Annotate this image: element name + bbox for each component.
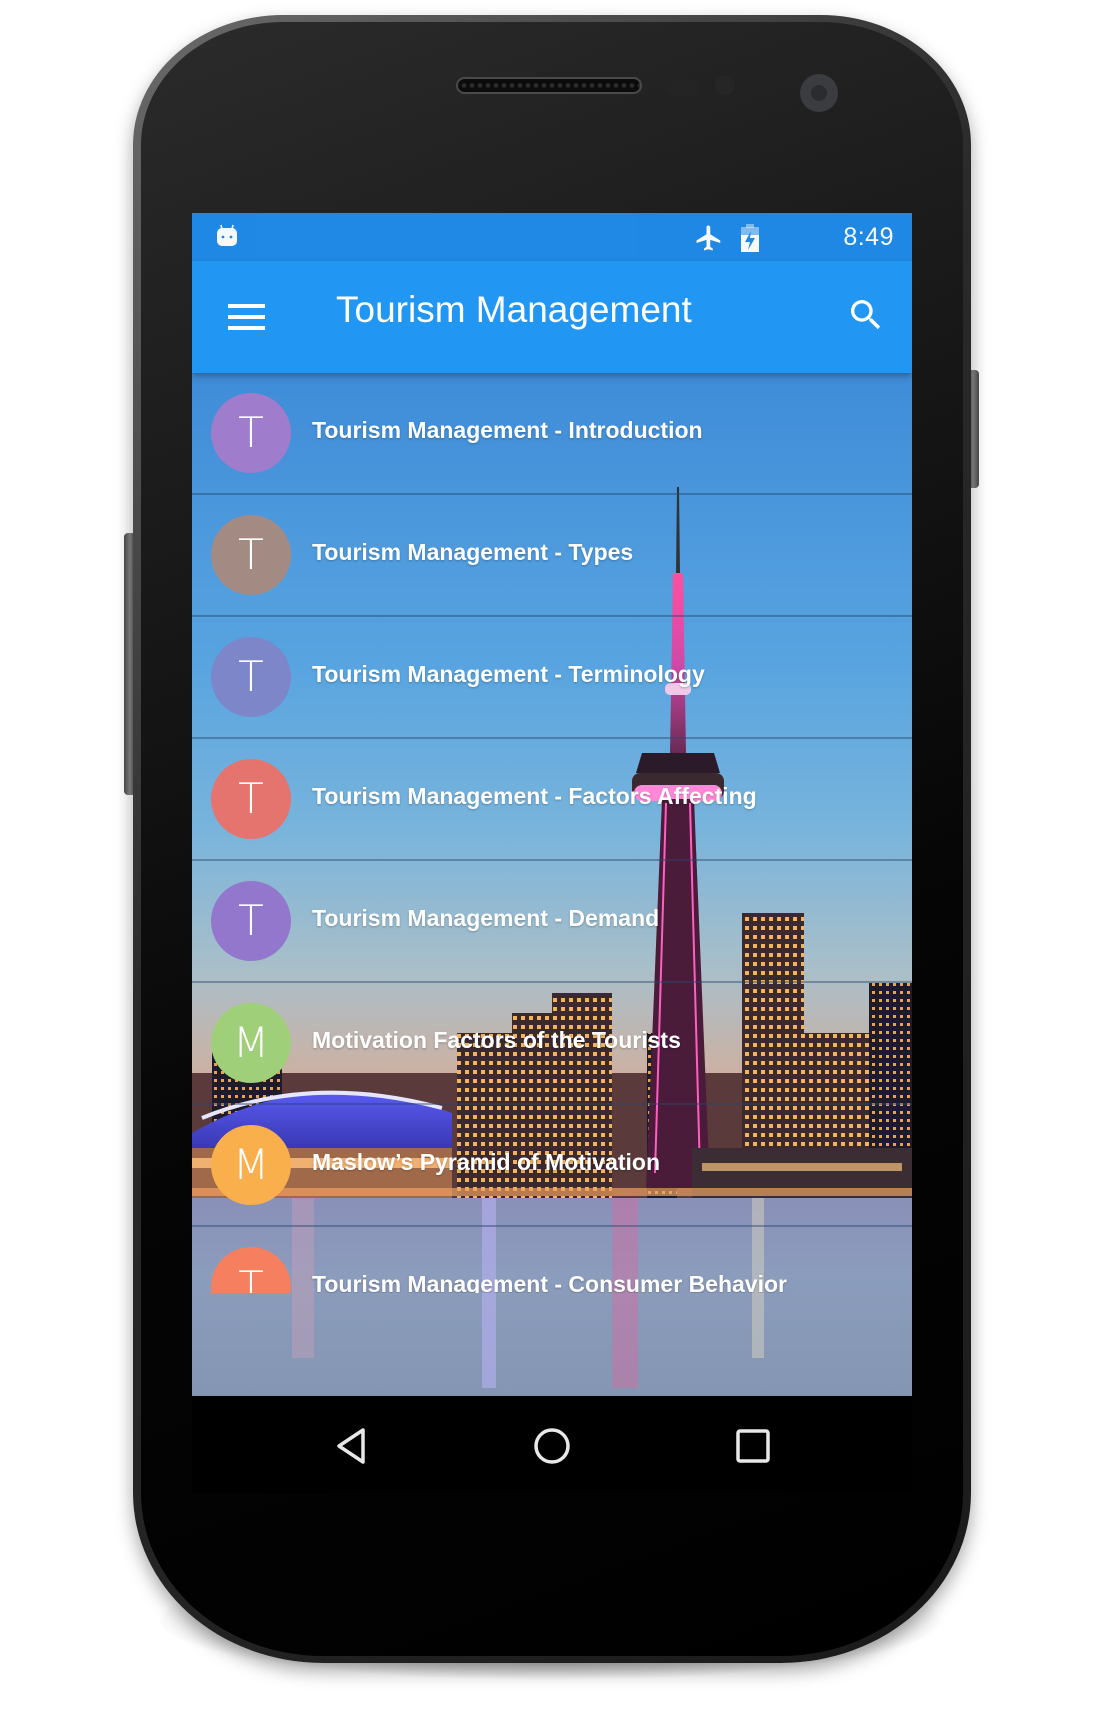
back-icon <box>337 1428 365 1464</box>
list-item-title: Maslow’s Pyramid of Motivation <box>312 1149 661 1175</box>
list-item-title: Tourism Management - Introduction <box>312 417 703 443</box>
menu-icon <box>228 304 265 308</box>
avatar: T <box>211 759 291 839</box>
avatar: M <box>211 1003 291 1083</box>
list-item[interactable]: T Tourism Management - Demand <box>192 861 912 983</box>
list-item-title: Tourism Management - Factors Affecting <box>312 783 757 809</box>
list-item[interactable]: T Tourism Management - Factors Affecting <box>192 739 912 861</box>
status-bar: 8:49 <box>192 213 912 261</box>
front-camera <box>800 74 838 112</box>
avatar: T <box>211 637 291 717</box>
home-icon <box>534 1428 570 1464</box>
menu-icon-line <box>228 326 265 330</box>
earpiece-speaker <box>456 77 642 94</box>
app-title: Tourism Management <box>336 289 692 330</box>
avatar: T <box>211 1247 291 1293</box>
list-item[interactable]: T Tourism Management - Consumer Behavior <box>192 1227 912 1293</box>
avatar: T <box>211 515 291 595</box>
list-item[interactable]: T Tourism Management - Introduction <box>192 373 912 495</box>
recents-button[interactable] <box>731 1424 775 1468</box>
back-button[interactable] <box>329 1424 373 1468</box>
list-item[interactable]: T Tourism Management - Types <box>192 495 912 617</box>
proximity-sensor <box>665 80 699 96</box>
list-item-title: Tourism Management - Types <box>312 539 634 565</box>
list-item-title: Motivation Factors of the Tourists <box>312 1027 681 1053</box>
light-sensor <box>715 75 735 95</box>
airplane-mode-icon <box>696 225 721 251</box>
android-debug-icon <box>217 224 237 246</box>
list-item[interactable]: T Tourism Management - Terminology <box>192 617 912 739</box>
list-item[interactable]: M Motivation Factors of the Tourists <box>192 983 912 1105</box>
screen: 8:49 Tourism Management T Tourism Manage… <box>192 213 912 1493</box>
list-item[interactable]: M Maslow’s Pyramid of Motivation <box>192 1105 912 1227</box>
list-item-title: Tourism Management - Terminology <box>312 661 705 687</box>
search-icon <box>851 300 881 330</box>
menu-icon-line <box>228 315 265 319</box>
avatar: M <box>211 1125 291 1205</box>
menu-button[interactable] <box>226 297 266 337</box>
topic-list: T Tourism Management - Introduction T To… <box>192 373 912 1293</box>
navigation-bar <box>192 1396 912 1493</box>
list-item-title: Tourism Management - Demand <box>312 905 660 931</box>
search-button[interactable] <box>846 295 886 335</box>
clock-time: 8:49 <box>843 223 894 251</box>
app-bar: Tourism Management <box>192 261 912 373</box>
avatar: T <box>211 393 291 473</box>
recents-icon <box>736 1429 770 1463</box>
home-button[interactable] <box>530 1424 574 1468</box>
avatar: T <box>211 881 291 961</box>
battery-charging-icon <box>741 224 759 252</box>
list-item-title: Tourism Management - Consumer Behavior <box>312 1271 787 1293</box>
